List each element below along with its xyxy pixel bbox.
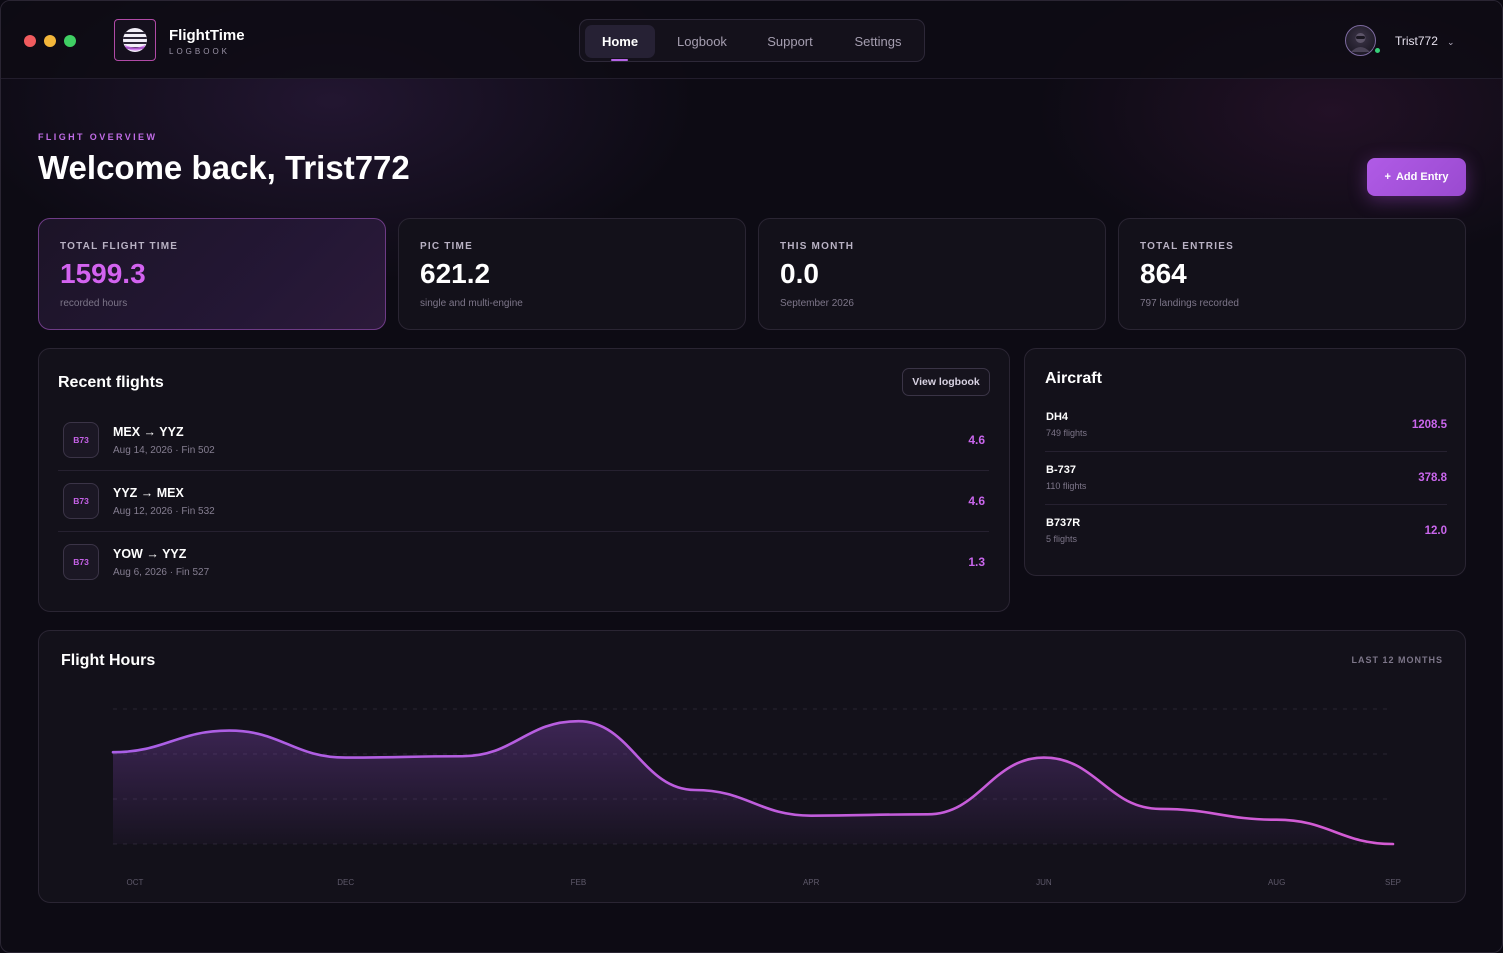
stat-label: TOTAL FLIGHT TIME <box>60 241 179 252</box>
stat-value: 864 <box>1140 258 1187 289</box>
x-tick-label: DEC <box>337 878 354 887</box>
flight-route: YYZ → MEX <box>113 486 184 500</box>
user-avatar-icon <box>1351 33 1370 52</box>
chart-point-mar[interactable] <box>692 787 698 793</box>
online-status-dot <box>1373 46 1382 55</box>
chart-point-aug[interactable] <box>1274 817 1280 823</box>
main-nav: Home Logbook Support Settings <box>579 19 925 62</box>
nav-logbook[interactable]: Logbook <box>663 25 741 58</box>
view-logbook-button[interactable]: View logbook <box>902 368 990 396</box>
flight-hours: 4.6 <box>968 433 985 447</box>
recent-flights-title: Recent flights <box>58 374 164 391</box>
stat-value: 1599.3 <box>60 258 146 289</box>
stat-sub: single and multi-engine <box>420 298 523 309</box>
nav-support[interactable]: Support <box>750 25 830 58</box>
aircraft-hours: 378.8 <box>1418 472 1447 484</box>
aircraft-hours: 1208.5 <box>1411 419 1447 431</box>
aircraft-title: Aircraft <box>1045 370 1102 387</box>
flight-meta: Aug 12, 2026 · Fin 532 <box>113 506 215 517</box>
close-window-button[interactable] <box>24 35 36 47</box>
section-overline: FLIGHT OVERVIEW <box>38 132 158 142</box>
plus-icon: + <box>1384 171 1391 183</box>
stat-label: PIC TIME <box>420 241 473 252</box>
list-item[interactable]: B73 YOW → YYZ Aug 6, 2026 · Fin 527 1.3 <box>58 532 989 593</box>
flight-hours: 4.6 <box>968 494 985 508</box>
flight-route: YOW → YYZ <box>113 547 187 561</box>
stat-sub: recorded hours <box>60 298 128 309</box>
x-tick-label: AUG <box>1268 878 1285 887</box>
active-nav-indicator <box>611 59 628 61</box>
maximize-window-button[interactable] <box>64 35 76 47</box>
aircraft-name: DH4 <box>1046 411 1069 423</box>
add-entry-label: Add Entry <box>1395 171 1449 183</box>
flight-meta: Aug 6, 2026 · Fin 527 <box>113 567 210 578</box>
stat-card-pic-time: PIC TIME 621.2 single and multi-engine <box>398 218 746 330</box>
list-item[interactable]: B-737 110 flights 378.8 <box>1045 452 1447 505</box>
aircraft-flight-count: 749 flights <box>1046 428 1088 438</box>
chart-point-nov[interactable] <box>226 728 232 734</box>
chart-point-apr[interactable] <box>808 813 814 819</box>
stat-value: 0.0 <box>780 258 819 289</box>
username-label[interactable]: Trist772 <box>1395 34 1438 48</box>
aircraft-flight-count: 110 flights <box>1046 481 1087 491</box>
aircraft-name: B737R <box>1046 517 1081 529</box>
chart-point-jul[interactable] <box>1157 806 1163 812</box>
stat-value: 621.2 <box>420 258 491 289</box>
nav-home[interactable]: Home <box>585 25 655 58</box>
flight-hours: 1.3 <box>968 555 985 569</box>
aircraft-type-badge: B73 <box>63 422 99 458</box>
stat-label: TOTAL ENTRIES <box>1140 241 1234 252</box>
chevron-down-icon[interactable]: ⌄ <box>1447 37 1455 48</box>
page-title: Welcome back, Trist772 <box>38 149 410 186</box>
chart-point-oct[interactable] <box>110 749 116 755</box>
chart-point-dec[interactable] <box>343 755 349 761</box>
stat-sub: September 2026 <box>780 298 854 309</box>
brand-name: FlightTime <box>169 27 245 44</box>
top-bar: FlightTime LOGBOOK Home Logbook Support … <box>1 1 1502 79</box>
list-item[interactable]: B73 YYZ → MEX Aug 12, 2026 · Fin 532 4.6 <box>58 471 989 532</box>
stat-label: THIS MONTH <box>780 241 855 252</box>
aircraft-type-badge: B73 <box>63 483 99 519</box>
aircraft-name: B-737 <box>1046 464 1076 476</box>
x-tick-label: APR <box>803 878 820 887</box>
globe-icon <box>123 28 147 52</box>
chart-point-jan[interactable] <box>459 753 465 759</box>
brand-logo[interactable] <box>114 19 156 61</box>
chart-point-feb[interactable] <box>575 718 581 724</box>
nav-settings[interactable]: Settings <box>838 25 918 58</box>
avatar[interactable] <box>1345 25 1376 56</box>
flight-hours-chart: OCT DEC FEB APR JUN AUG SEP <box>110 708 1401 887</box>
stat-card-total-flight-time: TOTAL FLIGHT TIME 1599.3 recorded hours <box>38 218 386 330</box>
brand-subtitle: LOGBOOK <box>169 47 231 56</box>
list-item[interactable]: DH4 749 flights 1208.5 <box>1045 399 1447 452</box>
stat-card-total-entries: TOTAL ENTRIES 864 797 landings recorded <box>1118 218 1466 330</box>
add-entry-button[interactable]: + Add Entry <box>1367 158 1466 196</box>
chart-area-fill <box>113 721 1393 844</box>
aircraft-hours: 12.0 <box>1424 525 1447 537</box>
minimize-window-button[interactable] <box>44 35 56 47</box>
chart-point-may[interactable] <box>925 811 931 817</box>
chart-point-jun[interactable] <box>1041 755 1047 761</box>
window-controls <box>24 35 76 47</box>
aircraft-panel: Aircraft DH4 749 flights 1208.5 B-737 11… <box>1024 348 1466 576</box>
recent-flights-panel: Recent flights View logbook B73 MEX → YY… <box>38 348 1010 612</box>
x-tick-label: JUN <box>1036 878 1052 887</box>
flight-hours-panel: Flight Hours LAST 12 MONTHS OCT DEC FEB APR… <box>38 630 1466 903</box>
flight-route: MEX → YYZ <box>113 425 184 439</box>
list-item[interactable]: B73 MEX → YYZ Aug 14, 2026 · Fin 502 4.6 <box>58 410 989 471</box>
stat-card-this-month: THIS MONTH 0.0 September 2026 <box>758 218 1106 330</box>
list-item[interactable]: B737R 5 flights 12.0 <box>1045 505 1447 558</box>
app-window: FlightTime LOGBOOK Home Logbook Support … <box>0 0 1503 953</box>
x-tick-label: SEP <box>1385 878 1401 887</box>
flight-meta: Aug 14, 2026 · Fin 502 <box>113 445 215 456</box>
aircraft-flight-count: 5 flights <box>1046 534 1078 544</box>
x-tick-label: FEB <box>571 878 587 887</box>
aircraft-type-badge: B73 <box>63 544 99 580</box>
chart-point-sep[interactable] <box>1390 841 1396 847</box>
x-tick-label: OCT <box>127 878 144 887</box>
stat-sub: 797 landings recorded <box>1140 298 1239 309</box>
